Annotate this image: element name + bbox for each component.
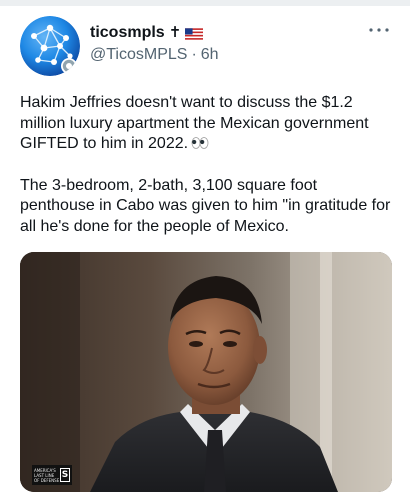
tweet-text: Hakim Jeffries doesn't want to discuss t… <box>20 93 392 237</box>
tweet-view: ticosmpls ✝ @TicosMPLS · 6h Hakim Jeffri… <box>0 0 410 500</box>
author-name-row[interactable]: ticosmpls ✝ <box>90 23 204 43</box>
cross-icon: ✝ <box>168 24 182 41</box>
tweet-paragraph: Hakim Jeffries doesn't want to discuss t… <box>20 93 392 155</box>
timestamp[interactable]: 6h <box>201 45 219 65</box>
tweet-paragraph: The 3-bedroom, 2-bath, 3,100 square foot… <box>20 176 391 235</box>
tweet-photo[interactable]: AMERICA'S LAST LINE OF DEFENSE S <box>20 252 392 492</box>
avatar[interactable] <box>20 16 80 76</box>
watermark-text: AMERICA'S LAST LINE OF DEFENSE <box>34 467 60 483</box>
network-globe-icon <box>20 16 80 76</box>
display-name[interactable]: ticosmpls <box>90 23 165 43</box>
eyes-icon <box>191 137 209 149</box>
meta-separator: · <box>191 46 197 63</box>
photo-watermark: AMERICA'S LAST LINE OF DEFENSE S <box>32 465 72 485</box>
user-handle[interactable]: @TicosMPLS <box>90 45 187 65</box>
handle-row: @TicosMPLS · 6h <box>90 45 219 65</box>
top-divider <box>0 0 410 6</box>
us-flag-icon <box>185 27 204 40</box>
watermark-logo: S <box>60 468 70 482</box>
photo-portrait <box>20 252 392 492</box>
more-horizontal-icon[interactable] <box>368 24 390 36</box>
